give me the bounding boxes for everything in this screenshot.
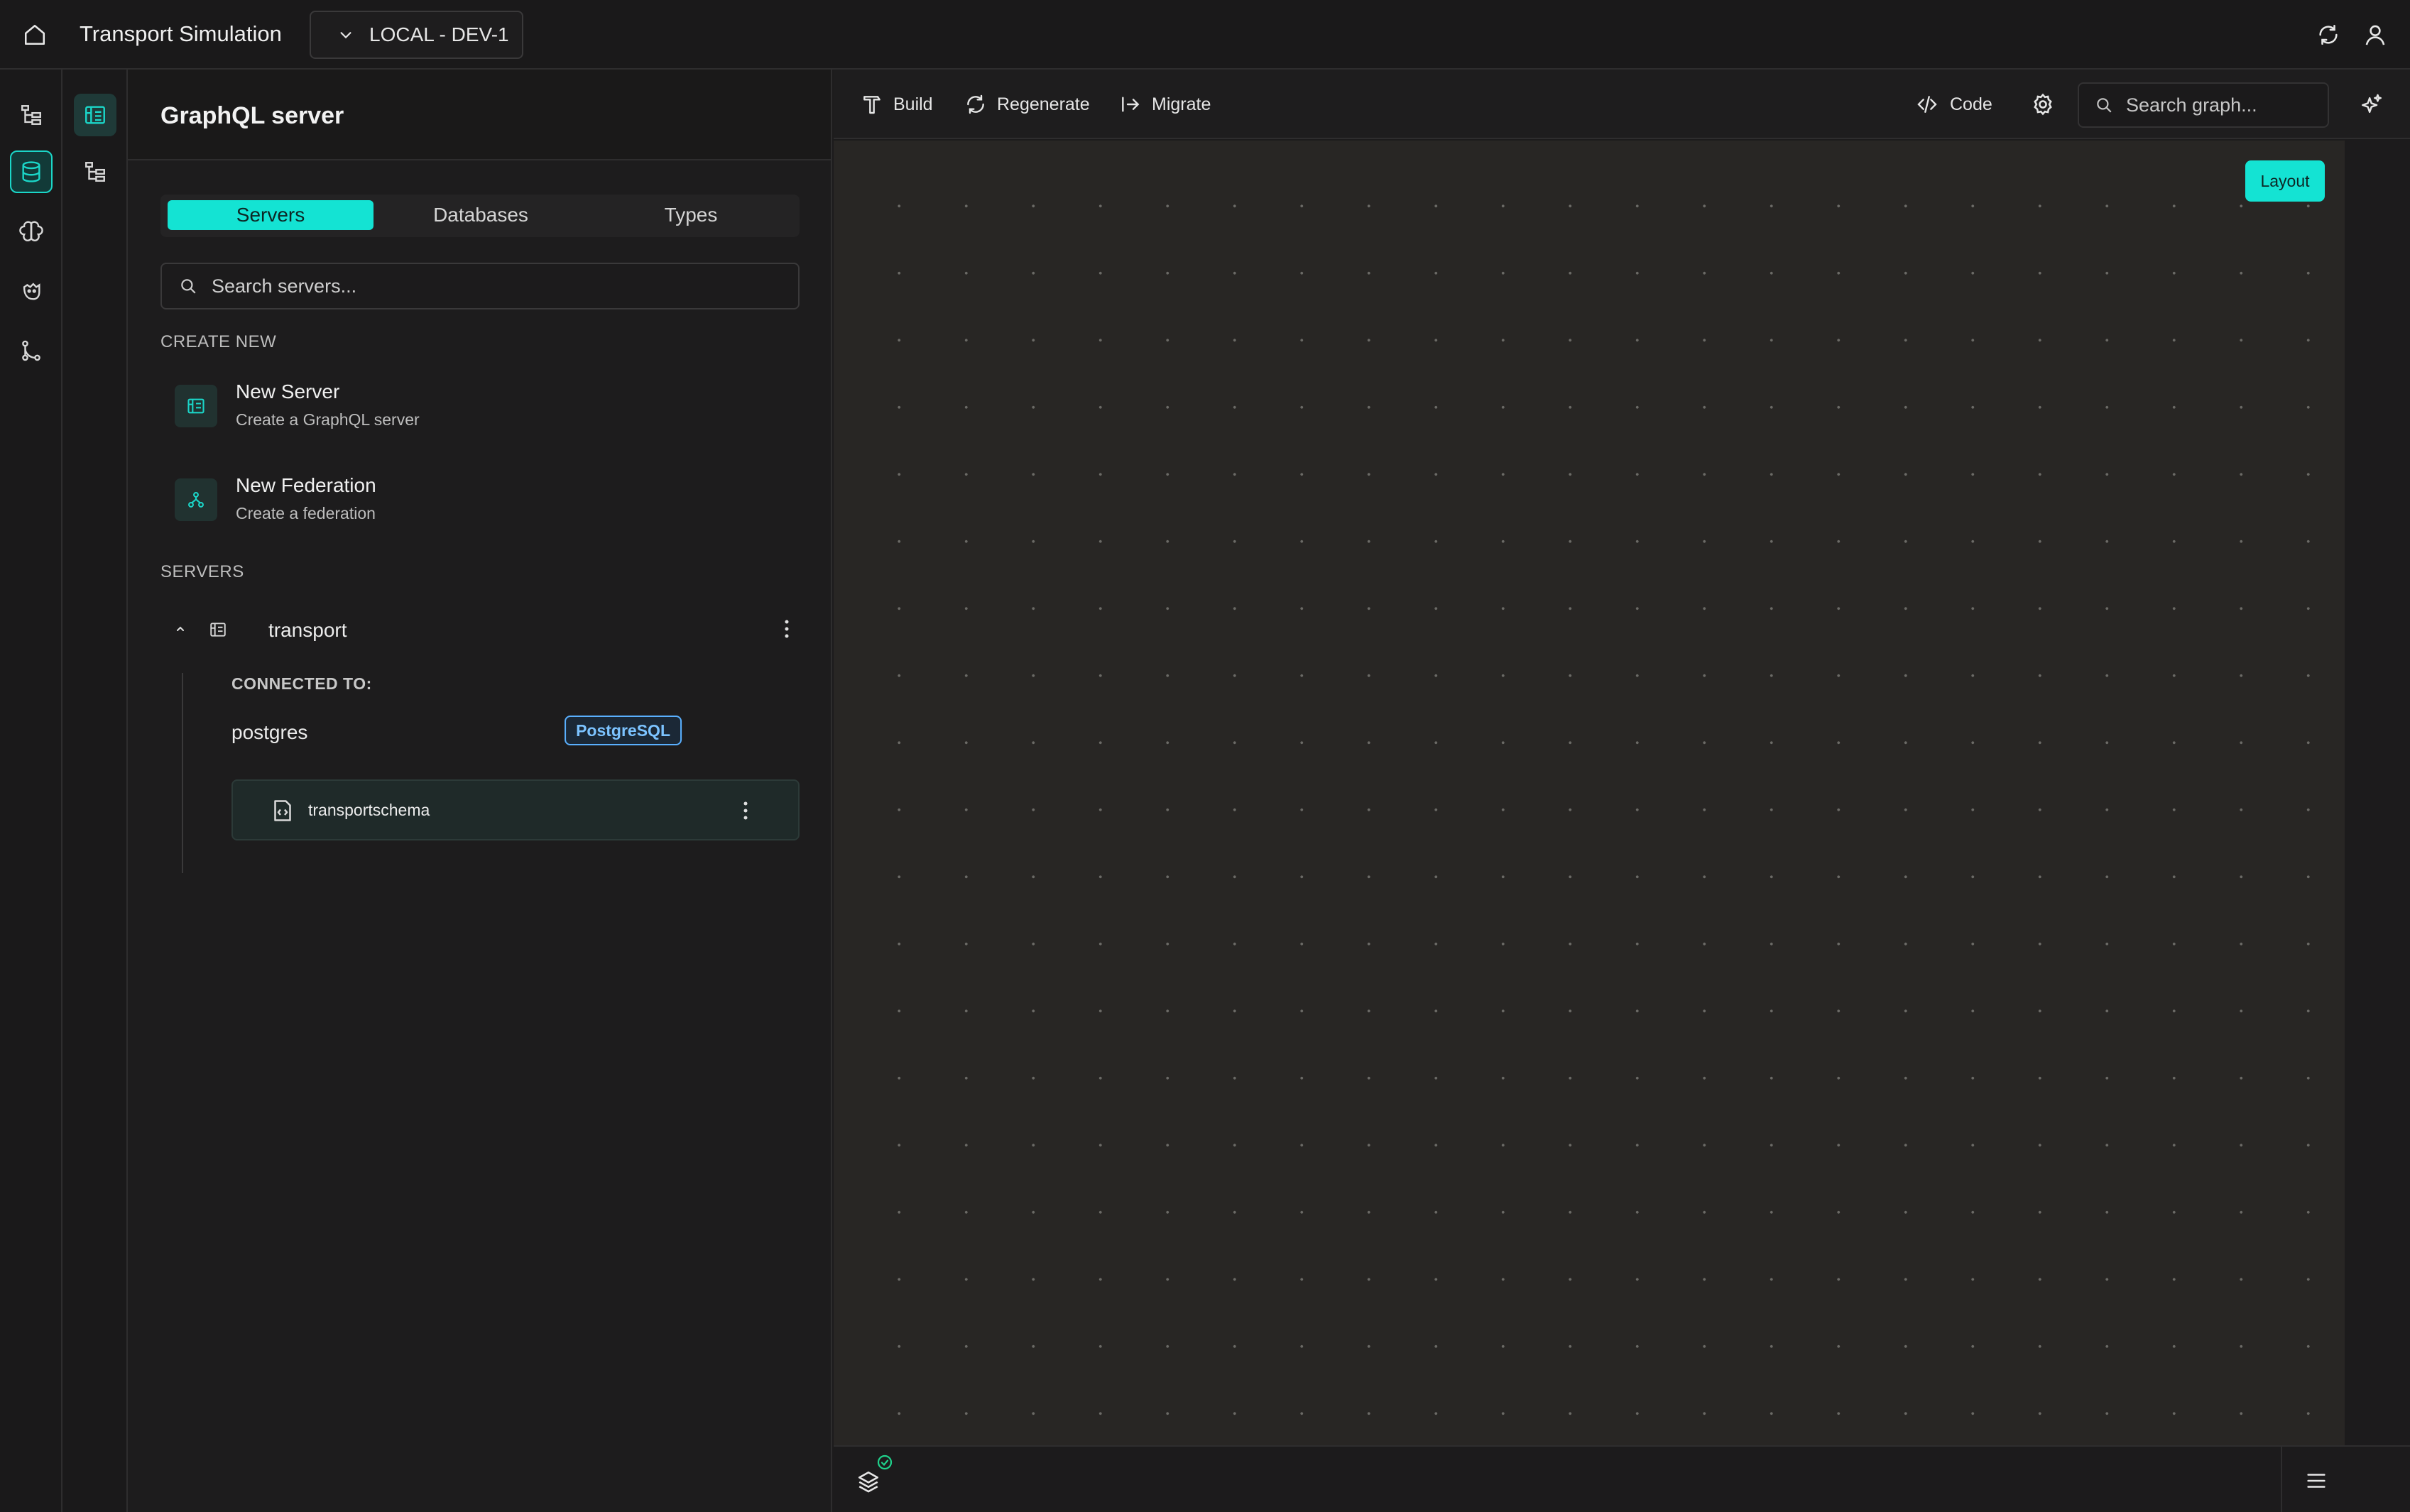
server-icon bbox=[210, 623, 226, 637]
nav-tree[interactable] bbox=[74, 150, 116, 193]
ai-assistant-button[interactable] bbox=[2355, 88, 2389, 122]
check-circle-icon bbox=[877, 1455, 893, 1470]
canvas-side-strip bbox=[2345, 141, 2410, 1445]
brain-icon bbox=[19, 221, 43, 241]
server-row-icon bbox=[206, 618, 230, 642]
database-name: postgres bbox=[231, 721, 308, 743]
chevron-up-icon bbox=[177, 626, 184, 631]
code-button[interactable]: Code bbox=[1914, 88, 1992, 121]
graph-toolbar: Build Regenerate Migrate Code bbox=[834, 70, 2410, 139]
more-vertical-icon bbox=[743, 801, 748, 820]
schema-menu-button[interactable] bbox=[730, 795, 761, 826]
nav-bot[interactable] bbox=[10, 270, 53, 312]
nav-hierarchy[interactable] bbox=[10, 94, 53, 136]
graph-canvas[interactable] bbox=[834, 141, 2345, 1445]
secondary-nav-rail bbox=[62, 70, 128, 1512]
schema-name: transportschema bbox=[308, 801, 430, 819]
refresh-icon bbox=[2319, 24, 2338, 45]
regenerate-label: Regenerate bbox=[997, 94, 1090, 114]
migrate-button[interactable]: Migrate bbox=[1119, 88, 1211, 121]
build-button[interactable]: Build bbox=[861, 88, 933, 121]
search-icon bbox=[2097, 98, 2112, 113]
panel-header: GraphQL server bbox=[128, 70, 831, 160]
bot-icon bbox=[23, 283, 40, 300]
new-federation-item[interactable]: New Federation Create a federation bbox=[175, 467, 800, 538]
app-title: Transport Simulation bbox=[80, 21, 282, 46]
build-label: Build bbox=[893, 94, 933, 114]
branch-icon bbox=[22, 340, 40, 361]
nav-brain[interactable] bbox=[10, 210, 53, 253]
environment-label: LOCAL - DEV-1 bbox=[369, 23, 509, 45]
graph-search bbox=[2078, 82, 2329, 128]
sparkles-icon bbox=[2362, 94, 2382, 114]
server-icon bbox=[187, 398, 205, 414]
layout-button[interactable]: Layout bbox=[2245, 160, 2325, 202]
new-federation-subtitle: Create a federation bbox=[236, 504, 376, 522]
environment-select[interactable]: LOCAL - DEV-1 bbox=[310, 11, 523, 59]
search-icon bbox=[181, 279, 196, 294]
code-label: Code bbox=[1950, 94, 1992, 114]
server-row-transport[interactable]: transport bbox=[160, 609, 800, 649]
user-button[interactable] bbox=[2359, 18, 2392, 51]
panel-tabs: Servers Databases Types bbox=[160, 195, 800, 237]
tab-servers[interactable]: Servers bbox=[168, 200, 374, 230]
primary-nav-rail bbox=[0, 70, 62, 1512]
tab-databases[interactable]: Databases bbox=[378, 200, 584, 230]
status-bar-divider bbox=[2281, 1447, 2282, 1512]
new-federation-title: New Federation bbox=[236, 474, 376, 496]
schema-item[interactable]: transportschema bbox=[231, 779, 800, 840]
panel-title: GraphQL server bbox=[160, 102, 344, 129]
code-icon bbox=[1917, 96, 1937, 113]
servers-label: SERVERS bbox=[160, 562, 244, 581]
server-search bbox=[160, 263, 800, 309]
regenerate-icon bbox=[967, 94, 984, 114]
regenerate-button[interactable]: Regenerate bbox=[964, 88, 1090, 121]
user-icon bbox=[2365, 25, 2385, 45]
nav-database[interactable] bbox=[10, 150, 53, 193]
home-button[interactable] bbox=[18, 20, 51, 50]
new-server-title: New Server bbox=[236, 380, 340, 402]
create-federation-icon-box bbox=[175, 478, 217, 521]
code-file-icon bbox=[274, 800, 291, 821]
schema-icon-wrap bbox=[267, 795, 298, 826]
tree-connector-line bbox=[182, 673, 183, 873]
hamburger-icon bbox=[2307, 1474, 2326, 1488]
settings-button[interactable] bbox=[2027, 88, 2059, 121]
graph-search-input[interactable] bbox=[2126, 94, 2318, 116]
layers-icon bbox=[858, 1471, 879, 1493]
server-menu-button[interactable] bbox=[771, 613, 802, 645]
sync-button[interactable] bbox=[2312, 18, 2345, 51]
federation-icon bbox=[188, 492, 204, 508]
hierarchy-icon bbox=[21, 105, 41, 125]
collapse-button[interactable] bbox=[168, 616, 193, 642]
tab-types[interactable]: Types bbox=[588, 200, 794, 230]
tree-icon bbox=[85, 162, 105, 182]
database-icon bbox=[22, 161, 40, 182]
menu-button[interactable] bbox=[2298, 1462, 2335, 1499]
create-new-label: CREATE NEW bbox=[160, 332, 277, 351]
chevron-down-icon bbox=[340, 32, 351, 39]
status-bar bbox=[834, 1445, 2410, 1512]
connected-to-label: CONNECTED TO: bbox=[231, 674, 372, 693]
top-bar: Transport Simulation LOCAL - DEV-1 bbox=[0, 0, 2410, 70]
new-server-item[interactable]: New Server Create a GraphQL server bbox=[175, 373, 800, 444]
database-type-badge: PostgreSQL bbox=[565, 716, 682, 745]
create-server-icon-box bbox=[175, 385, 217, 427]
server-name: transport bbox=[268, 619, 347, 641]
nav-branch[interactable] bbox=[10, 329, 53, 372]
more-vertical-icon bbox=[785, 620, 789, 638]
migrate-label: Migrate bbox=[1152, 94, 1211, 114]
gear-icon bbox=[2034, 93, 2052, 116]
new-server-subtitle: Create a GraphQL server bbox=[236, 410, 420, 429]
migrate-icon bbox=[1122, 97, 1140, 112]
nav-server-dashboard[interactable] bbox=[74, 94, 116, 136]
server-search-input[interactable] bbox=[212, 275, 780, 297]
hammer-icon bbox=[863, 96, 880, 114]
home-icon bbox=[24, 24, 45, 45]
server-dashboard-icon bbox=[85, 106, 105, 124]
